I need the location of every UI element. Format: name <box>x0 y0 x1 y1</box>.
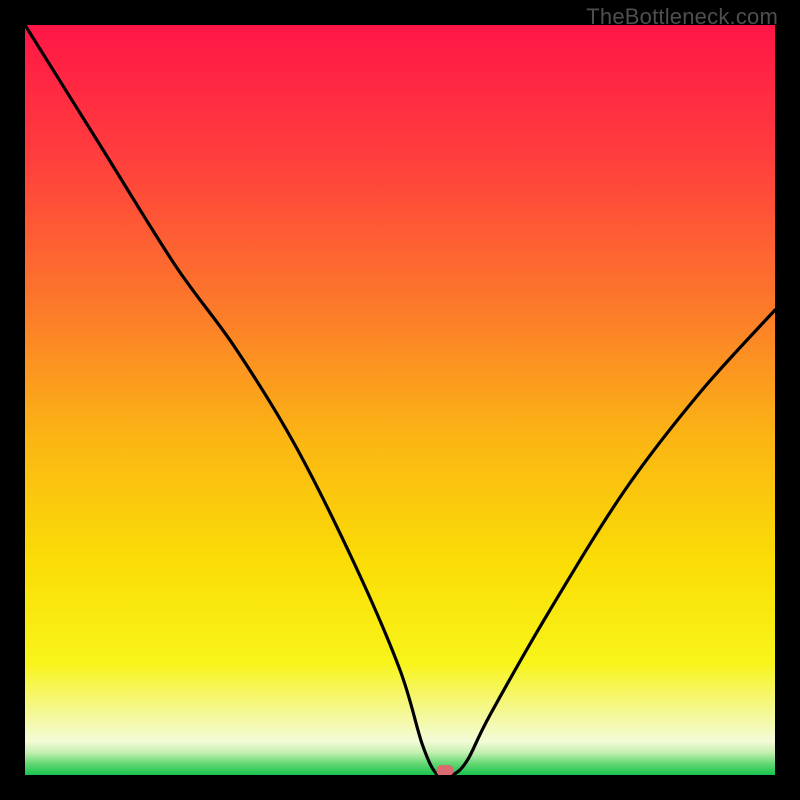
plot-area <box>25 25 775 775</box>
chart-frame: TheBottleneck.com <box>0 0 800 800</box>
gradient-background <box>25 25 775 775</box>
bottleneck-chart <box>25 25 775 775</box>
watermark-text: TheBottleneck.com <box>586 4 778 30</box>
optimum-marker <box>437 765 454 775</box>
